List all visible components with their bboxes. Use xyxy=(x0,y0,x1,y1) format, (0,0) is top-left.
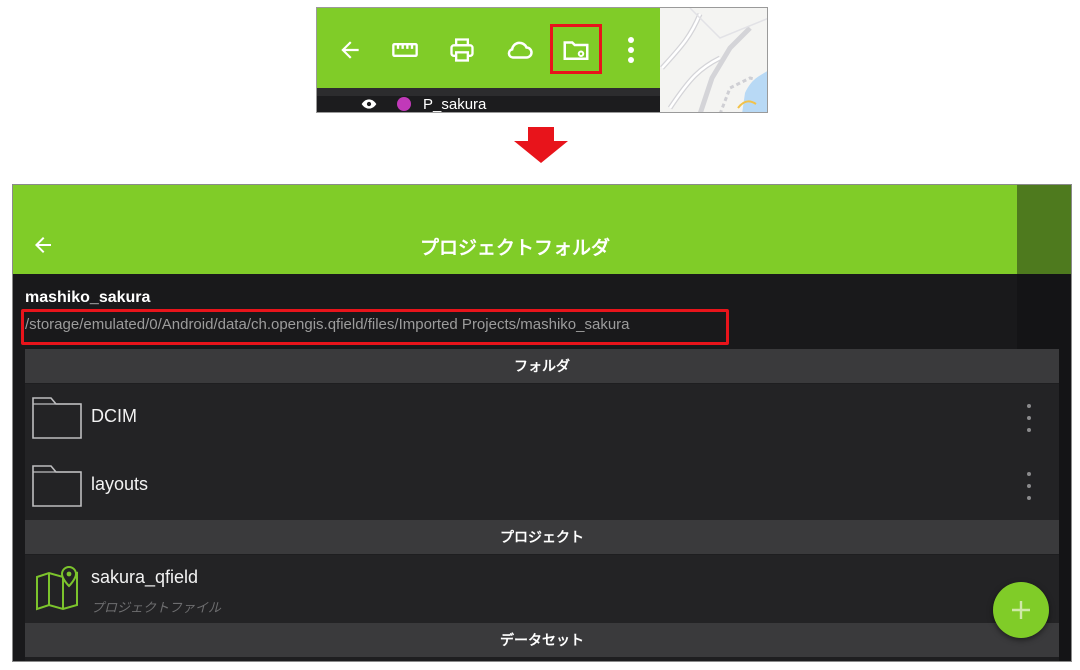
list-item-dcim[interactable]: DCIM xyxy=(25,384,1059,452)
down-arrow-icon xyxy=(514,127,568,163)
layer-row[interactable]: P_sakura xyxy=(361,95,487,113)
layer-color-swatch xyxy=(397,97,411,111)
map-preview xyxy=(660,8,767,112)
file-list: フォルダ DCIM layouts プロジェクト sakura_qfield プ… xyxy=(25,349,1059,661)
toolbar-screenshot: P_sakura xyxy=(316,7,768,113)
printer-icon[interactable] xyxy=(442,30,482,70)
list-item-label: DCIM xyxy=(91,406,137,426)
section-header-datasets: データセット xyxy=(25,623,1059,657)
section-header-projects: プロジェクト xyxy=(25,520,1059,554)
folder-icon xyxy=(31,394,83,440)
project-name: mashiko_sakura xyxy=(25,289,151,306)
project-folder-screen: プロジェクトフォルダ mashiko_sakura /storage/emula… xyxy=(12,184,1072,662)
header-side-shade xyxy=(1017,185,1071,274)
ruler-icon[interactable] xyxy=(385,30,425,70)
list-item-sakura-qfield[interactable]: sakura_qfield プロジェクトファイル xyxy=(25,555,1059,623)
add-button[interactable] xyxy=(993,582,1049,638)
plus-icon xyxy=(1012,601,1030,619)
cloud-icon[interactable] xyxy=(499,30,539,70)
list-item-sublabel: プロジェクトファイル xyxy=(91,601,222,616)
map-pin-icon xyxy=(31,565,83,611)
app-header: プロジェクトフォルダ xyxy=(13,185,1017,274)
more-vertical-icon[interactable] xyxy=(1021,472,1037,500)
folder-icon xyxy=(31,462,83,508)
back-arrow-icon[interactable] xyxy=(330,30,370,70)
list-item-label: layouts xyxy=(91,474,149,494)
section-header-folders: フォルダ xyxy=(25,349,1059,383)
toolbar xyxy=(317,8,660,88)
more-vertical-icon[interactable] xyxy=(611,30,651,70)
list-item-layouts[interactable]: layouts xyxy=(25,452,1059,520)
more-vertical-icon[interactable] xyxy=(1021,404,1037,432)
layer-name: P_sakura xyxy=(423,95,487,113)
path-highlight xyxy=(21,309,729,345)
page-title: プロジェクトフォルダ xyxy=(419,237,610,259)
eye-icon[interactable] xyxy=(361,95,377,113)
list-item-label: sakura_qfield xyxy=(91,567,199,587)
folder-settings-highlight xyxy=(550,24,602,74)
